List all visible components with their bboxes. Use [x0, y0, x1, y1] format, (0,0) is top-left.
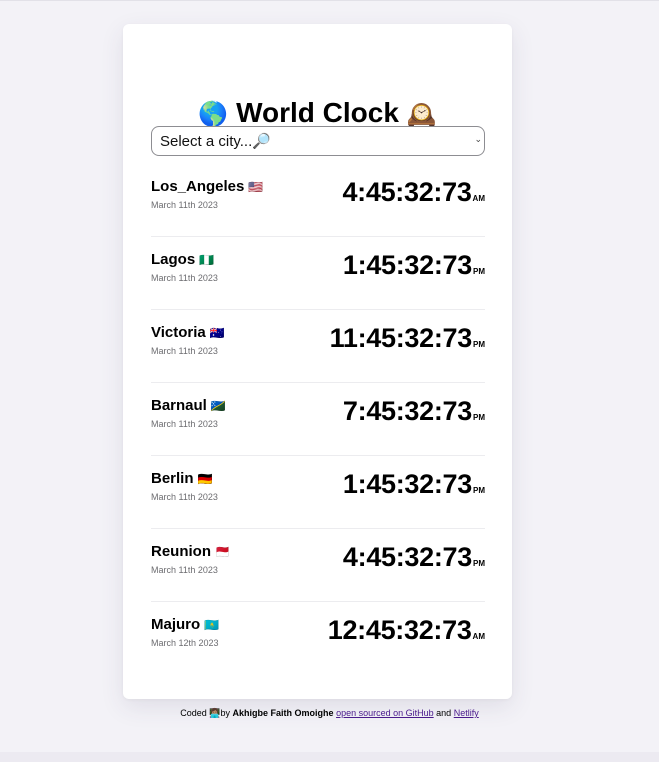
city-name: Berlin 🇩🇪 — [151, 470, 213, 487]
flag-icon: 🇺🇸 — [248, 180, 264, 194]
coder-icon: 👩🏽‍💻 — [209, 708, 221, 718]
city-time: 1:45:32:73PM — [343, 468, 485, 500]
city-row-barnaul: Barnaul 🇸🇧 March 11th 2023 7:45:32:73PM — [151, 383, 485, 456]
city-name: Victoria 🇦🇺 — [151, 324, 225, 341]
city-time: 11:45:32:73PM — [330, 322, 485, 354]
time-value: 12:45:32:73 — [327, 615, 472, 645]
footer-by: by — [220, 708, 231, 718]
bottom-band — [0, 752, 659, 762]
ampm-indicator: PM — [473, 559, 485, 568]
city-row-lagos: Lagos 🇳🇬 March 11th 2023 1:45:32:73PM — [151, 237, 485, 310]
flag-icon: 🇩🇪 — [197, 472, 213, 486]
flag-icon: 🇸🇧 — [210, 399, 226, 413]
city-row-berlin: Berlin 🇩🇪 March 11th 2023 1:45:32:73PM — [151, 456, 485, 529]
city-select[interactable]: Select a city...🔎 ⌄ — [151, 126, 485, 156]
ampm-indicator: PM — [473, 486, 485, 495]
city-name: Barnaul 🇸🇧 — [151, 397, 226, 414]
city-name: Reunion 🇲🇨 — [151, 543, 230, 560]
globe-icon: 🌎 — [198, 101, 229, 128]
time-value: 4:45:32:73 — [342, 177, 472, 207]
ampm-indicator: AM — [472, 632, 485, 641]
city-time: 12:45:32:73AM — [328, 614, 485, 646]
city-date: March 11th 2023 — [151, 200, 218, 210]
city-select-label: Select a city...🔎 — [160, 133, 271, 150]
city-name: Majuro 🇰🇿 — [151, 616, 220, 633]
city-date: March 12th 2023 — [151, 638, 219, 648]
page-title-text: World Clock — [236, 97, 399, 128]
city-row-los-angeles: Los_Angeles 🇺🇸 March 11th 2023 4:45:32:73… — [151, 164, 485, 237]
city-time: 4:45:32:73AM — [342, 176, 485, 208]
ampm-indicator: PM — [473, 340, 485, 349]
github-link[interactable]: open sourced on GitHub — [336, 708, 434, 718]
city-row-reunion: Reunion 🇲🇨 March 11th 2023 4:45:32:73PM — [151, 529, 485, 602]
top-border — [0, 0, 659, 1]
world-clock-card: 🌎 World Clock 🕰️ Select a city...🔎 ⌄ Los… — [123, 24, 512, 699]
city-time: 4:45:32:73PM — [343, 541, 485, 573]
footer: Coded 👩🏽‍💻by Akhigbe Faith Omoighe open … — [0, 707, 659, 719]
city-date: March 11th 2023 — [151, 346, 218, 356]
time-value: 1:45:32:73 — [342, 250, 472, 280]
city-time: 7:45:32:73PM — [343, 395, 485, 427]
city-row-victoria: Victoria 🇦🇺 March 11th 2023 11:45:32:73PM — [151, 310, 485, 383]
city-date: March 11th 2023 — [151, 565, 218, 575]
ampm-indicator: PM — [473, 413, 485, 422]
ampm-indicator: PM — [473, 267, 485, 276]
flag-icon: 🇳🇬 — [199, 253, 215, 267]
time-value: 11:45:32:73 — [329, 323, 473, 353]
city-name: Lagos 🇳🇬 — [151, 251, 215, 268]
chevron-down-icon: ⌄ — [474, 134, 482, 144]
city-list: Los_Angeles 🇺🇸 March 11th 2023 4:45:32:73… — [151, 164, 485, 675]
city-date: March 11th 2023 — [151, 419, 218, 429]
city-time: 1:45:32:73PM — [343, 249, 485, 281]
footer-and: and — [436, 708, 452, 718]
flag-icon: 🇦🇺 — [209, 326, 225, 340]
city-date: March 11th 2023 — [151, 273, 218, 283]
footer-prefix: Coded — [180, 708, 207, 718]
mantel-clock-icon: 🕰️ — [406, 101, 437, 128]
time-value: 4:45:32:73 — [342, 542, 472, 572]
city-row-majuro: Majuro 🇰🇿 March 12th 2023 12:45:32:73AM — [151, 602, 485, 675]
flag-icon: 🇲🇨 — [215, 545, 230, 559]
ampm-indicator: AM — [472, 194, 485, 203]
flag-icon: 🇰🇿 — [204, 618, 220, 632]
time-value: 1:45:32:73 — [342, 469, 472, 499]
netlify-link[interactable]: Netlify — [454, 708, 479, 718]
time-value: 7:45:32:73 — [342, 396, 472, 426]
author-name: Akhigbe Faith Omoighe — [232, 708, 334, 718]
city-date: March 11th 2023 — [151, 492, 218, 502]
city-name: Los_Angeles 🇺🇸 — [151, 178, 264, 195]
